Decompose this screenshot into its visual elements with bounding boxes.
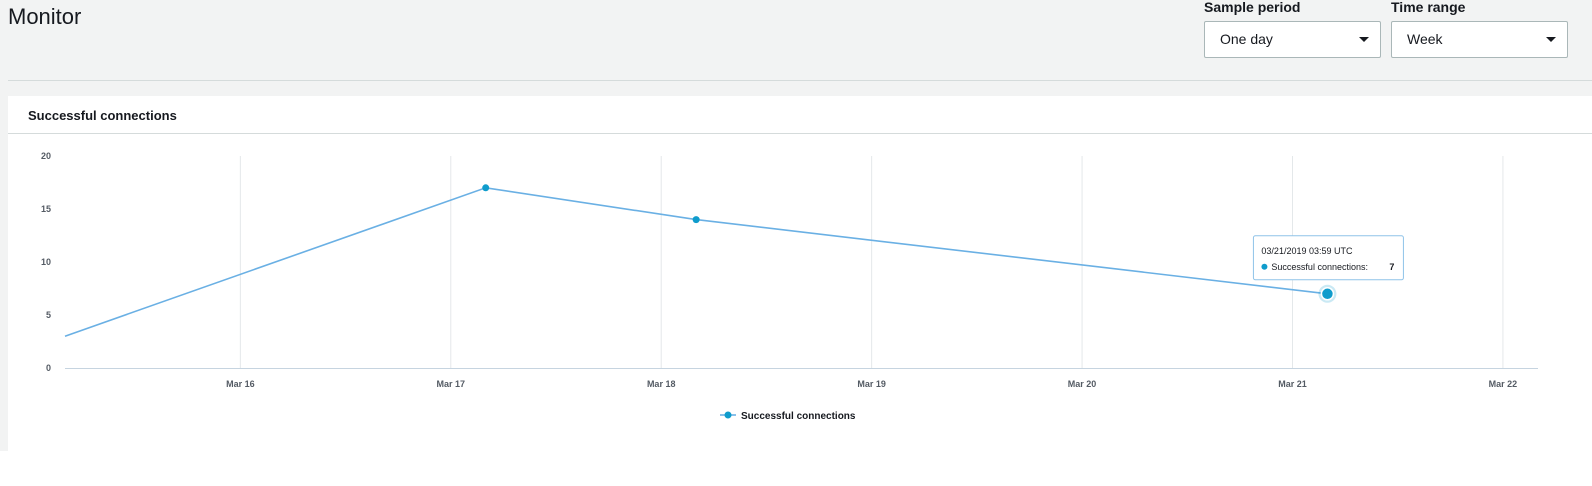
y-tick-label: 10	[41, 257, 51, 267]
caret-down-icon	[1359, 37, 1369, 42]
chart-panel: Successful connections Mar 16 Mar 17 Mar 1…	[8, 96, 1592, 451]
connections-line-chart: Mar 16 Mar 17 Mar 18 Mar 19 Mar 20 Mar 21 Mar …	[41, 151, 1538, 422]
y-tick-label: 15	[41, 204, 51, 214]
time-range-select[interactable]: Week	[1391, 21, 1568, 58]
legend-marker	[724, 411, 732, 419]
sample-period-select[interactable]: One day	[1204, 21, 1381, 58]
x-tick-label: Mar 17	[437, 379, 466, 389]
x-tick-label: Mar 22	[1489, 379, 1518, 389]
tooltip-timestamp: 03/21/2019 03:59 UTC	[1261, 246, 1353, 256]
header-divider	[8, 80, 1592, 81]
time-range-field: Time range Week	[1391, 0, 1568, 58]
legend-label: Successful connections	[741, 411, 856, 422]
series-line	[64, 186, 1328, 337]
data-point	[692, 216, 700, 224]
page-title: Monitor	[8, 4, 82, 29]
y-tick-label: 5	[46, 310, 51, 320]
tooltip-box	[1252, 235, 1404, 281]
time-range-value: Week	[1407, 31, 1443, 47]
time-range-label: Time range	[1391, 0, 1466, 15]
y-tick-label: 20	[41, 151, 51, 161]
tooltip-value: 7	[1389, 262, 1394, 272]
caret-down-icon	[1546, 37, 1556, 42]
tooltip-series-name: Successful connections:	[1271, 262, 1368, 272]
page-footer-area	[0, 451, 1592, 486]
y-tick-label: 0	[46, 363, 51, 373]
sample-period-label: Sample period	[1204, 0, 1301, 15]
x-tick-label: Mar 18	[647, 379, 676, 389]
data-point	[482, 184, 490, 192]
x-tick-label: Mar 19	[857, 379, 886, 389]
x-tick-label: Mar 21	[1278, 379, 1307, 389]
sample-period-field: Sample period One day	[1204, 0, 1381, 58]
x-tick-label: Mar 20	[1068, 379, 1097, 389]
monitor-page: Monitor Sample period One day Time range…	[0, 0, 1592, 486]
tooltip-series-dot	[1261, 263, 1268, 270]
x-tick-label: Mar 16	[226, 379, 255, 389]
sample-period-value: One day	[1220, 31, 1273, 47]
hover-marker	[1320, 287, 1335, 301]
